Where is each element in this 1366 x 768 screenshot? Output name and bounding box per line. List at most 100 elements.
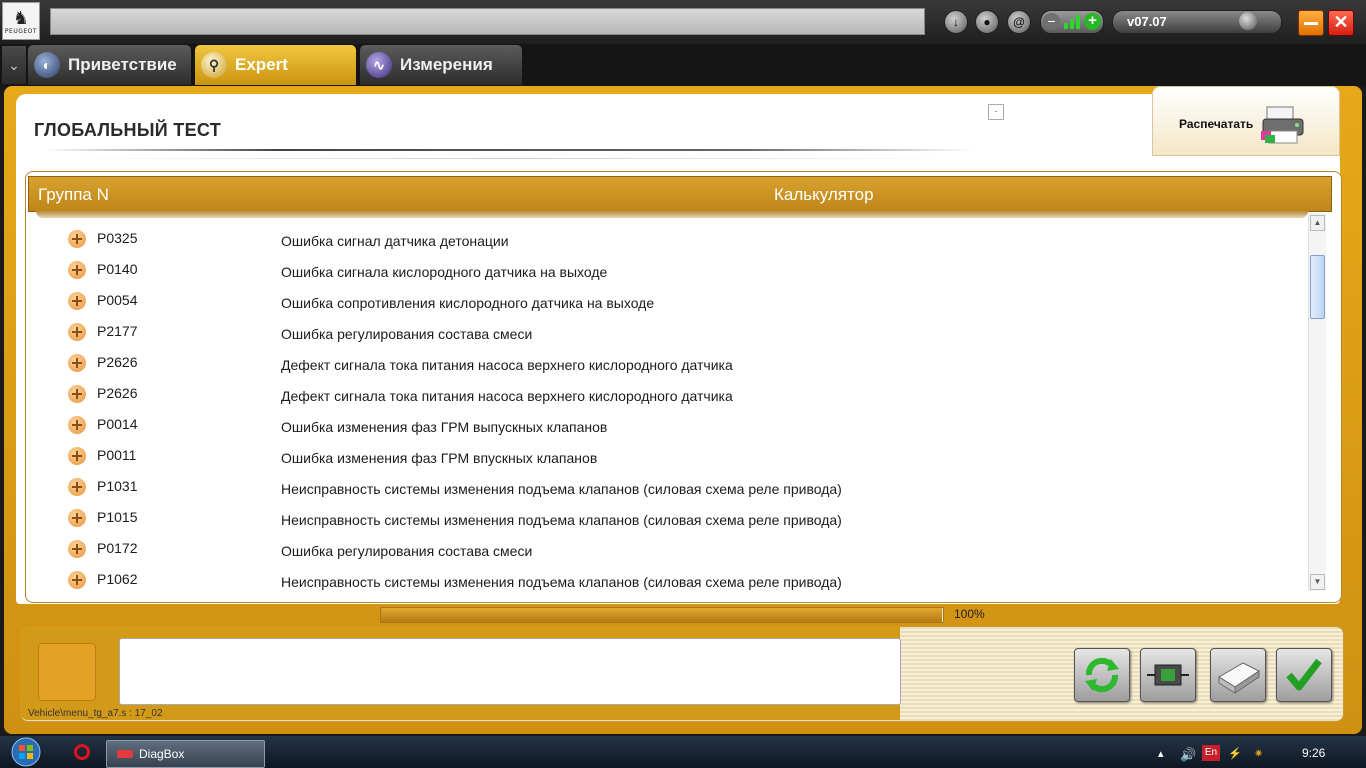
start-button[interactable] bbox=[6, 736, 46, 768]
fault-row[interactable]: P0011 Ошибка изменения фаз ГРМ впускных к… bbox=[36, 439, 1306, 470]
fault-description: Ошибка изменения фаз ГРМ выпускных клапа… bbox=[281, 419, 608, 435]
expand-icon[interactable] bbox=[68, 292, 86, 310]
fault-code: P0014 bbox=[97, 416, 138, 432]
at-icon: @ bbox=[1013, 15, 1025, 29]
fault-row[interactable]: P1015 Неисправность системы изменения под… bbox=[36, 501, 1306, 532]
fault-row[interactable]: P0054 Ошибка сопротивления кислородного д… bbox=[36, 284, 1306, 315]
expand-icon[interactable] bbox=[68, 385, 86, 403]
opera-icon[interactable] bbox=[74, 744, 90, 760]
fault-code: P1062 bbox=[97, 571, 138, 587]
version-label: v07.07 bbox=[1127, 14, 1167, 29]
refresh-button[interactable] bbox=[1074, 648, 1130, 702]
taskbar-diagbox[interactable]: DiagBox bbox=[106, 740, 265, 768]
scroll-thumb[interactable] bbox=[1310, 255, 1325, 319]
progress-fill bbox=[381, 608, 942, 622]
fault-code: P0325 bbox=[97, 230, 138, 246]
status-indicator bbox=[38, 643, 96, 701]
tab-measurements[interactable]: ∿ Измерения bbox=[360, 45, 522, 85]
fault-description: Дефект сигнала тока питания насоса верхн… bbox=[281, 357, 733, 373]
fault-row[interactable]: P0140 Ошибка сигнала кислородного датчика… bbox=[36, 253, 1306, 284]
expand-icon[interactable] bbox=[68, 571, 86, 589]
user-icon: ● bbox=[983, 15, 991, 29]
expand-icon[interactable] bbox=[68, 447, 86, 465]
download-button[interactable]: ↓ bbox=[944, 10, 968, 34]
fault-code: P2177 bbox=[97, 323, 138, 339]
tab-expert-label: Expert bbox=[235, 55, 288, 74]
tab-welcome[interactable]: ◐ Приветствие bbox=[28, 45, 191, 85]
tray-expand-icon[interactable]: ▴ bbox=[1158, 747, 1164, 760]
network-icon[interactable]: ✷ bbox=[1254, 747, 1263, 760]
tab-measurements-label: Измерения bbox=[400, 55, 493, 74]
expand-icon[interactable] bbox=[68, 509, 86, 527]
small-toggle-button[interactable]: · bbox=[988, 104, 1004, 120]
fault-description: Дефект сигнала тока питания насоса верхн… bbox=[281, 388, 733, 404]
confirm-button[interactable] bbox=[1276, 648, 1332, 702]
fault-row[interactable]: P2626 Дефект сигнала тока питания насоса … bbox=[36, 377, 1306, 408]
language-indicator[interactable]: En bbox=[1202, 745, 1220, 761]
download-icon: ↓ bbox=[953, 15, 959, 29]
fault-description: Неисправность системы изменения подъема … bbox=[281, 512, 842, 528]
ecu-module-icon bbox=[1147, 664, 1189, 686]
page-title: ГЛОБАЛЬНЫЙ ТЕСТ bbox=[34, 120, 222, 140]
ecu-module-button[interactable] bbox=[1140, 648, 1196, 702]
expand-icon[interactable] bbox=[68, 478, 86, 496]
volume-icon[interactable]: 🔊 bbox=[1180, 747, 1196, 763]
taskbar-clock[interactable]: 9:26 bbox=[1302, 746, 1325, 760]
column-header-group[interactable]: Группа N bbox=[38, 185, 109, 205]
fault-description: Неисправность системы изменения подъема … bbox=[281, 481, 842, 497]
tab-menu-button[interactable]: ⌄ bbox=[2, 46, 26, 84]
scroll-down-button[interactable]: ▼ bbox=[1310, 574, 1325, 590]
chevron-down-icon: ⌄ bbox=[8, 57, 20, 73]
close-button[interactable]: ✕ bbox=[1328, 10, 1354, 36]
tab-expert[interactable]: ⚲ Expert bbox=[195, 45, 356, 85]
email-button[interactable]: @ bbox=[1007, 10, 1031, 34]
fault-code: P1031 bbox=[97, 478, 138, 494]
minus-icon: − bbox=[1043, 13, 1060, 30]
message-box bbox=[119, 638, 901, 705]
progress-label: 100% bbox=[954, 607, 985, 621]
title-divider-light bbox=[60, 158, 960, 159]
fault-row[interactable]: P0172 Ошибка регулирования состава смеси bbox=[36, 532, 1306, 563]
print-button[interactable]: Распечатать bbox=[1152, 86, 1340, 156]
script-path: Vehicle\menu_tg_a7.s : 17_02 bbox=[28, 708, 163, 719]
tab-welcome-label: Приветствие bbox=[68, 55, 177, 74]
fault-row[interactable]: P1031 Неисправность системы изменения под… bbox=[36, 470, 1306, 501]
fault-row[interactable]: P0014 Ошибка изменения фаз ГРМ выпускных … bbox=[36, 408, 1306, 439]
document-print-icon bbox=[1218, 662, 1260, 694]
fault-row[interactable]: P2177 Ошибка регулирования состава смеси bbox=[36, 315, 1306, 346]
lion-icon: ♞ bbox=[12, 7, 30, 28]
connection-indicator[interactable]: − + bbox=[1040, 10, 1104, 34]
fault-code: P2626 bbox=[97, 354, 138, 370]
print-report-button[interactable] bbox=[1210, 648, 1266, 702]
fault-code: P0140 bbox=[97, 261, 138, 277]
expand-icon[interactable] bbox=[68, 540, 86, 558]
fault-description: Неисправность системы изменения подъема … bbox=[281, 574, 842, 590]
column-header-calculator[interactable]: Калькулятор bbox=[774, 185, 874, 205]
fault-row[interactable]: P1062 Неисправность системы изменения под… bbox=[36, 563, 1306, 594]
scroll-up-button[interactable]: ▲ bbox=[1310, 215, 1325, 231]
table-header bbox=[28, 176, 1332, 212]
expand-icon[interactable] bbox=[68, 416, 86, 434]
expand-icon[interactable] bbox=[68, 230, 86, 248]
welcome-icon: ◐ bbox=[34, 52, 60, 78]
minimize-button[interactable] bbox=[1298, 10, 1324, 36]
waveform-icon: ∿ bbox=[366, 52, 392, 78]
expand-icon[interactable] bbox=[68, 323, 86, 341]
fault-code: P2626 bbox=[97, 385, 138, 401]
expand-icon[interactable] bbox=[68, 261, 86, 279]
signal-bars-icon bbox=[1064, 15, 1080, 29]
fault-row[interactable]: P0325 Ошибка сигнал датчика детонации bbox=[36, 222, 1306, 253]
taskbar-diagbox-label: DiagBox bbox=[139, 747, 185, 761]
peugeot-logo: ♞ PEUGEOT bbox=[2, 2, 40, 40]
logo-text: PEUGEOT bbox=[4, 27, 38, 35]
fault-description: Ошибка сигнал датчика детонации bbox=[281, 233, 509, 249]
expand-icon[interactable] bbox=[68, 354, 86, 372]
fault-code: P0172 bbox=[97, 540, 138, 556]
power-icon[interactable]: ⚡ bbox=[1228, 747, 1242, 760]
version-knob-icon bbox=[1239, 12, 1257, 30]
fault-description: Ошибка сигнала кислородного датчика на в… bbox=[281, 264, 608, 280]
printer-icon bbox=[1261, 106, 1304, 144]
fault-row[interactable]: P2626 Дефект сигнала тока питания насоса … bbox=[36, 346, 1306, 377]
print-label: Распечатать bbox=[1179, 117, 1254, 131]
user-button[interactable]: ● bbox=[975, 10, 999, 34]
